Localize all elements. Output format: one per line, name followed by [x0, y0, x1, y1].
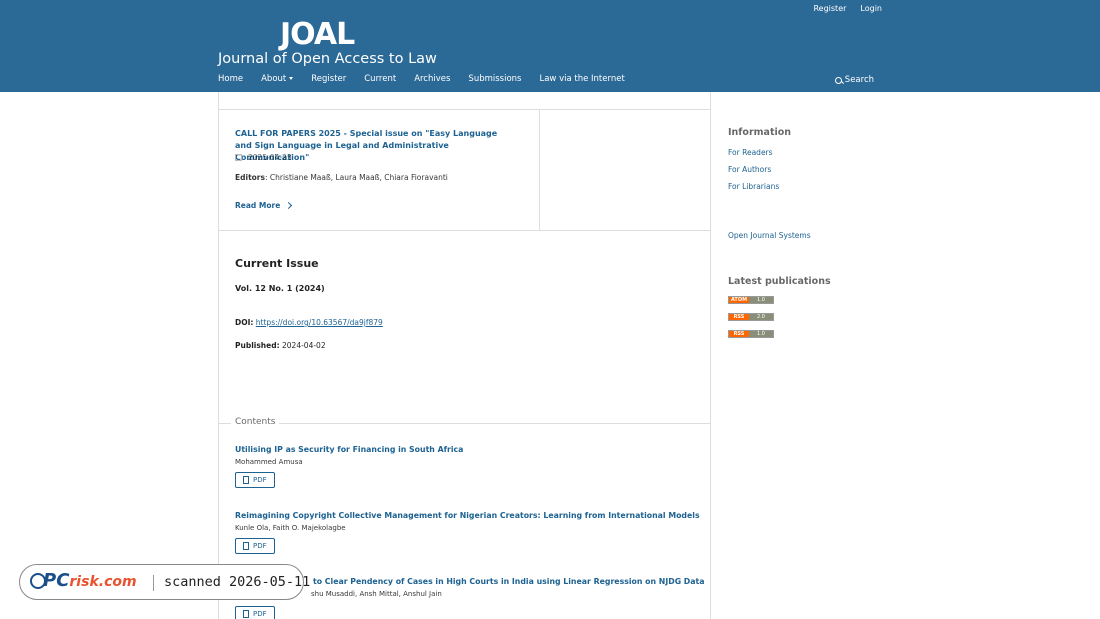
article-title[interactable]: Reimagining Copyright Collective Managem…: [235, 510, 705, 521]
nav-submissions[interactable]: Submissions: [468, 74, 521, 84]
file-icon: [243, 610, 249, 618]
current-issue-heading: Current Issue: [235, 257, 319, 270]
site-logo[interactable]: JOAL Journal of Open Access to Law: [218, 17, 437, 68]
article-item: to Clear Pendency of Cases in High Court…: [311, 576, 783, 598]
scan-watermark: PCrisk.com scanned 2026-05-11: [19, 564, 310, 600]
announcement-date-text: 2025-04-23: [248, 153, 292, 162]
caret-down-icon: [289, 77, 294, 80]
pdf-button[interactable]: PDF: [235, 472, 275, 488]
read-more-label: Read More: [235, 201, 281, 210]
contents-heading: Contents: [231, 417, 280, 427]
issue-volume: Vol. 12 No. 1 (2024): [235, 284, 325, 293]
nav-about[interactable]: About: [261, 74, 294, 84]
read-more-link[interactable]: Read More: [235, 201, 293, 210]
file-icon: [243, 476, 249, 484]
doi-label: DOI:: [235, 318, 254, 327]
rss2-feed-badge[interactable]: RSS 2.0: [728, 313, 774, 321]
feed-version: 2.0: [749, 314, 773, 320]
for-librarians-link[interactable]: For Librarians: [728, 182, 779, 191]
open-journal-systems-link[interactable]: Open Journal Systems: [728, 231, 811, 240]
scan-date: scanned 2026-05-11: [164, 574, 311, 590]
feed-type: RSS: [729, 314, 749, 320]
information-heading: Information: [728, 127, 792, 138]
nav-law-via-internet[interactable]: Law via the Internet: [539, 74, 624, 84]
feed-version: 1.0: [749, 331, 773, 337]
search-label: Search: [844, 75, 874, 85]
nav-about-label: About: [261, 74, 287, 84]
feed-type: ATOM: [729, 297, 749, 303]
pcrisk-brand: PCrisk.com: [43, 570, 137, 591]
pdf-label: PDF: [253, 476, 267, 484]
article-title[interactable]: to Clear Pendency of Cases in High Court…: [313, 576, 783, 587]
pdf-label: PDF: [253, 610, 267, 618]
nav-home[interactable]: Home: [218, 74, 243, 84]
register-link[interactable]: Register: [813, 4, 846, 13]
feed-version: 1.0: [749, 297, 773, 303]
pdf-button[interactable]: PDF: [235, 538, 275, 554]
chevron-right-icon: [285, 201, 293, 210]
for-readers-link[interactable]: For Readers: [728, 148, 773, 157]
divider: [219, 109, 710, 110]
watermark-separator: [153, 575, 154, 591]
main-nav: Home About Register Current Archives Sub…: [218, 74, 643, 84]
user-nav: Register Login: [813, 4, 882, 13]
login-link[interactable]: Login: [860, 4, 882, 13]
issue-doi: DOI: https://doi.org/10.63567/da9jf879: [235, 318, 383, 327]
article-authors: Mohammed Amusa: [235, 458, 303, 466]
contents-divider: [219, 423, 710, 424]
rss1-feed-badge[interactable]: RSS 1.0: [728, 330, 774, 338]
search-link[interactable]: Search: [834, 75, 874, 85]
divider: [219, 230, 710, 231]
announcement-date: 2025-04-23: [235, 153, 292, 162]
file-icon: [243, 542, 249, 550]
published-date: 2024-04-02: [282, 341, 326, 350]
announcement-editors: Editors: Christiane Maaß, Laura Maaß, Ch…: [235, 173, 448, 182]
pdf-button[interactable]: PDF: [235, 606, 275, 619]
search-icon: [834, 76, 842, 84]
article-title[interactable]: Utilising IP as Security for Financing i…: [235, 444, 705, 455]
latest-publications-heading: Latest publications: [728, 276, 831, 287]
article-item: Reimagining Copyright Collective Managem…: [235, 510, 705, 554]
logo-mark: JOAL: [280, 17, 355, 52]
doi-link[interactable]: https://doi.org/10.63567/da9jf879: [256, 318, 383, 327]
article-item: Utilising IP as Security for Financing i…: [235, 444, 705, 488]
editors-label: Editors: [235, 173, 265, 182]
pcrisk-logo: PCrisk.com: [30, 570, 137, 591]
brand-main: PC: [43, 570, 70, 591]
nav-archives[interactable]: Archives: [414, 74, 450, 84]
divider: [539, 109, 540, 231]
editors-names: : Christiane Maaß, Laura Maaß, Chiara Fi…: [264, 173, 448, 182]
nav-current[interactable]: Current: [364, 74, 396, 84]
site-header: Register Login JOAL Journal of Open Acce…: [0, 0, 1100, 92]
article-item-pdf: PDF: [235, 597, 705, 619]
article-authors: Kunle Ola, Faith O. Majekolagbe: [235, 524, 346, 532]
for-authors-link[interactable]: For Authors: [728, 165, 771, 174]
calendar-icon: [235, 154, 242, 161]
feed-type: RSS: [729, 331, 749, 337]
nav-register[interactable]: Register: [311, 74, 346, 84]
published-label: Published:: [235, 341, 280, 350]
atom-feed-badge[interactable]: ATOM 1.0: [728, 296, 774, 304]
brand-sub: risk.com: [69, 574, 137, 590]
site-title: Journal of Open Access to Law: [218, 51, 437, 67]
main-content: CALL FOR PAPERS 2025 - Special issue on …: [218, 92, 711, 619]
issue-published: Published: 2024-04-02: [235, 341, 326, 350]
pdf-label: PDF: [253, 542, 267, 550]
